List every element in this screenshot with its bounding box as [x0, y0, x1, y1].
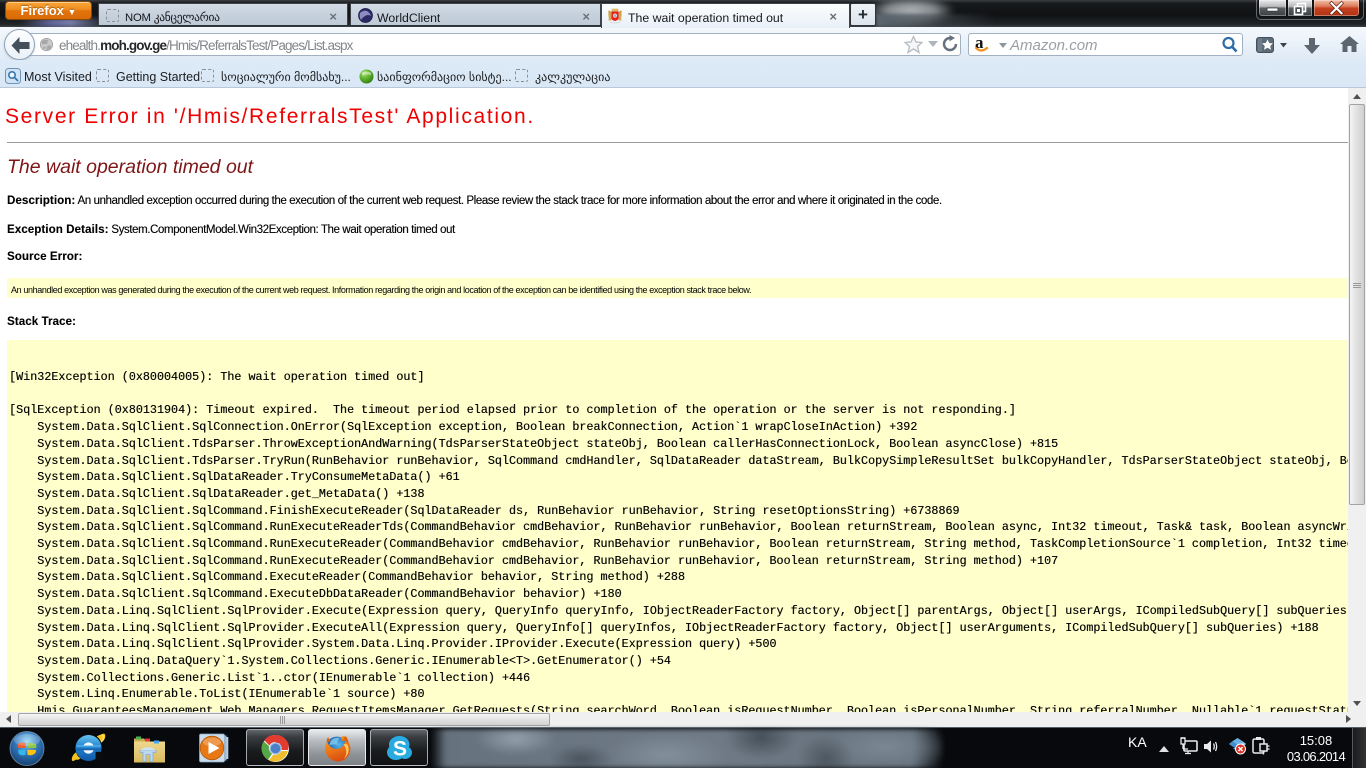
svg-text:S: S [393, 738, 407, 761]
